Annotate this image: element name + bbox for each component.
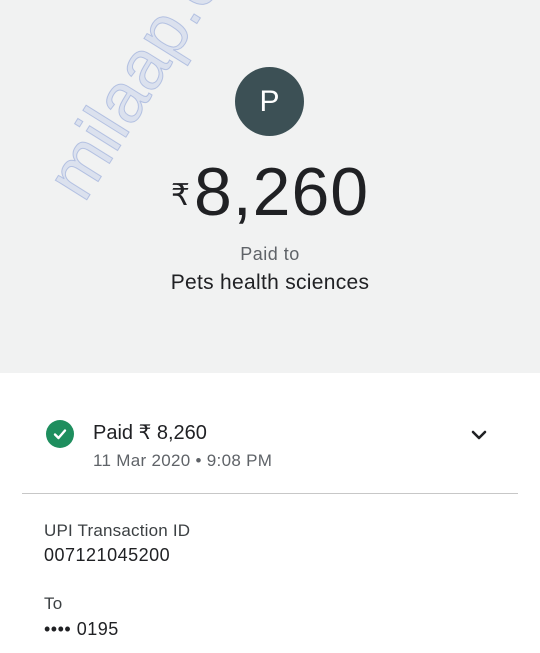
upi-transaction-id-value: 007121045200 — [44, 545, 171, 565]
payee-name: Pets health sciences — [170, 271, 370, 294]
to-account-value: •••• 0195 — [44, 619, 119, 639]
currency-symbol: ₹ — [170, 179, 190, 212]
to-label: To — [44, 594, 63, 613]
chevron-down-icon[interactable] — [468, 424, 490, 446]
amount-display: ₹ 8,260 — [0, 152, 540, 232]
upi-transaction-id-label: UPI Transaction ID — [44, 521, 191, 540]
check-circle-icon — [46, 420, 74, 448]
paid-to-label: Paid to — [240, 244, 300, 264]
divider — [22, 493, 518, 494]
avatar-letter: P — [259, 84, 280, 118]
payment-status: Paid ₹ 8,260 — [93, 422, 207, 444]
payee-avatar: P — [235, 67, 304, 136]
payment-datetime: 11 Mar 2020 • 9:08 PM — [93, 451, 273, 470]
amount-value: 8,260 — [193, 154, 370, 230]
payment-header: P ₹ 8,260 Paid to Pets health sciences — [0, 0, 540, 373]
